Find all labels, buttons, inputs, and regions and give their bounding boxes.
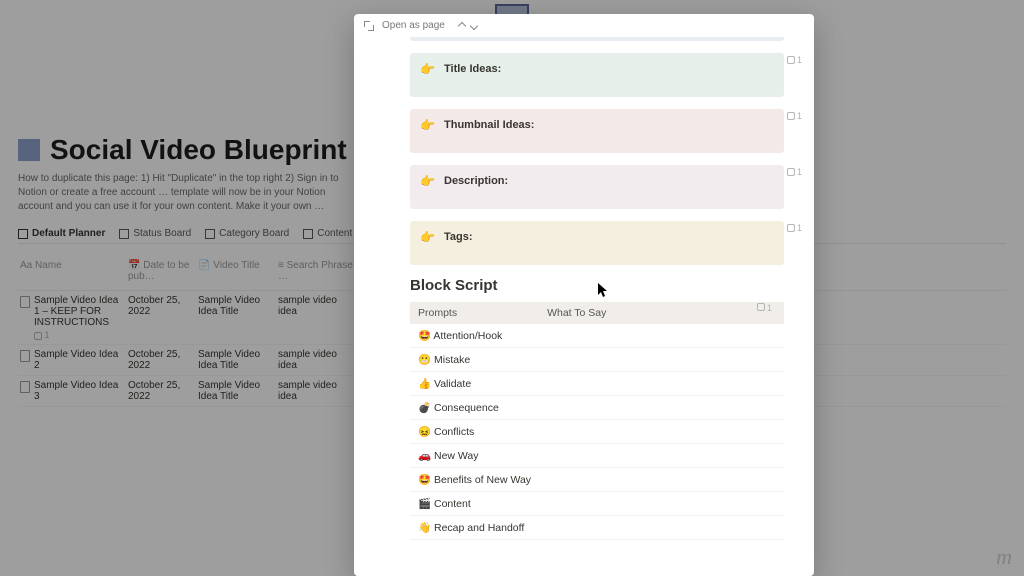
table-row[interactable]: 👋 Recap and Handoff [410,516,784,540]
comment-icon [787,56,795,64]
watermark: m [996,544,1012,570]
table-row[interactable]: 🤩 Attention/Hook [410,324,784,348]
row-search: sample video idea [276,291,356,344]
table-row[interactable]: 😖 Conflicts [410,420,784,444]
col-prompts: Prompts [410,302,539,324]
row-video-title: Sample Video Idea Title [196,345,276,375]
comment-count[interactable]: 1 [787,111,802,121]
row-search: sample video idea [276,376,356,406]
callout-label: Description: [444,175,508,187]
list-icon [18,229,28,239]
prompt-cell[interactable]: 🎬 Content [410,492,539,516]
what-to-say-cell[interactable] [539,372,784,396]
callout-block-truncated[interactable] [410,37,784,41]
comment-icon [787,112,795,120]
what-to-say-cell[interactable] [539,396,784,420]
pointing-hand-icon: 👉 [420,230,435,244]
board-icon [119,229,129,239]
page-icon [20,381,30,393]
row-video-title: Sample Video Idea Title [196,376,276,406]
modal-scroll-body[interactable]: 👉 Title Ideas: 1 👉 Thumbnail Ideas: 1 👉 Descrip… [354,37,814,576]
what-to-say-cell[interactable] [539,420,784,444]
callout-label: Tags: [444,231,473,243]
tab-default-planner[interactable]: Default Planner [18,228,105,239]
row-name: Sample Video Idea 2 [34,349,124,371]
table-row[interactable]: 👍 Validate [410,372,784,396]
modal-topbar: Open as page [354,14,814,37]
tab-label: Category Board [219,228,289,239]
table-row[interactable]: 🎬 Content [410,492,784,516]
col-date[interactable]: 📅 Date to be pub… [126,256,196,286]
table-row[interactable]: 💣 Consequence [410,396,784,420]
col-video-title[interactable]: 📄 Video Title [196,256,276,286]
comment-count[interactable]: 1 [757,303,772,313]
board-icon [205,229,215,239]
pointing-hand-icon: 👉 [420,62,435,76]
comment-icon [757,303,765,311]
prompt-cell[interactable]: 😖 Conflicts [410,420,539,444]
prev-record-button[interactable] [457,21,467,31]
row-search: sample video idea [276,345,356,375]
table-row[interactable]: 😬 Mistake [410,348,784,372]
expand-icon[interactable] [364,21,374,31]
block-script-table: Prompts What To Say 🤩 Attention/Hook😬 Mi… [410,302,784,540]
calendar-icon [303,229,313,239]
row-name: Sample Video Idea 3 [34,380,124,402]
page-peek-modal: Open as page 👉 Title Ideas: 1 👉 Thumbnail Id… [354,14,814,576]
prompt-cell[interactable]: 🤩 Benefits of New Way [410,468,539,492]
tab-label: Default Planner [32,228,105,239]
callout-block[interactable]: 👉Description:1 [410,165,784,209]
callout-block[interactable]: 👉Thumbnail Ideas:1 [410,109,784,153]
row-name: Sample Video Idea 1 – KEEP FOR INSTRUCTI… [34,295,124,328]
prompt-cell[interactable]: 👋 Recap and Handoff [410,516,539,540]
comment-icon [787,224,795,232]
open-as-page-link[interactable]: Open as page [382,20,445,31]
pointing-hand-icon: 👉 [420,118,435,132]
comment-icon [34,332,42,340]
prompt-cell[interactable]: 👍 Validate [410,372,539,396]
callout-label: Thumbnail Ideas: [444,119,534,131]
col-search[interactable]: ≡ Search Phrase … [276,256,356,286]
tab-status-board[interactable]: Status Board [119,228,191,239]
callout-block[interactable]: 👉Tags:1 [410,221,784,265]
tab-label: Status Board [133,228,191,239]
table-row[interactable]: 🚗 New Way [410,444,784,468]
comment-count[interactable]: 1 [787,55,802,65]
what-to-say-cell[interactable] [539,468,784,492]
callout-block[interactable]: 👉Title Ideas:1 [410,53,784,97]
comment-count[interactable]: 1 [787,167,802,177]
what-to-say-cell[interactable] [539,444,784,468]
comment-icon [787,168,795,176]
comment-count[interactable]: 1 [787,223,802,233]
prompt-cell[interactable]: 🤩 Attention/Hook [410,324,539,348]
row-video-title: Sample Video Idea Title [196,291,276,344]
tab-category-board[interactable]: Category Board [205,228,289,239]
page-description: How to duplicate this page: 1) Hit "Dupl… [18,172,358,214]
what-to-say-cell[interactable] [539,348,784,372]
callout-label: Title Ideas: [444,63,501,75]
prompt-cell[interactable]: 🚗 New Way [410,444,539,468]
page-icon [20,296,30,308]
what-to-say-cell[interactable] [539,492,784,516]
col-name[interactable]: Aa Name [18,256,126,286]
page-icon [20,350,30,362]
page-emoji-icon-small [18,139,40,161]
table-row[interactable]: 🤩 Benefits of New Way [410,468,784,492]
row-date: October 25, 2022 [126,291,196,344]
row-date: October 25, 2022 [126,376,196,406]
mouse-cursor-icon [598,283,610,299]
next-record-button[interactable] [469,21,479,31]
prompt-cell[interactable]: 💣 Consequence [410,396,539,420]
what-to-say-cell[interactable] [539,324,784,348]
what-to-say-cell[interactable] [539,516,784,540]
pointing-hand-icon: 👉 [420,174,435,188]
prompt-cell[interactable]: 😬 Mistake [410,348,539,372]
col-what-to-say: What To Say [539,302,784,324]
section-heading-block-script[interactable]: Block Script [410,277,784,294]
row-date: October 25, 2022 [126,345,196,375]
